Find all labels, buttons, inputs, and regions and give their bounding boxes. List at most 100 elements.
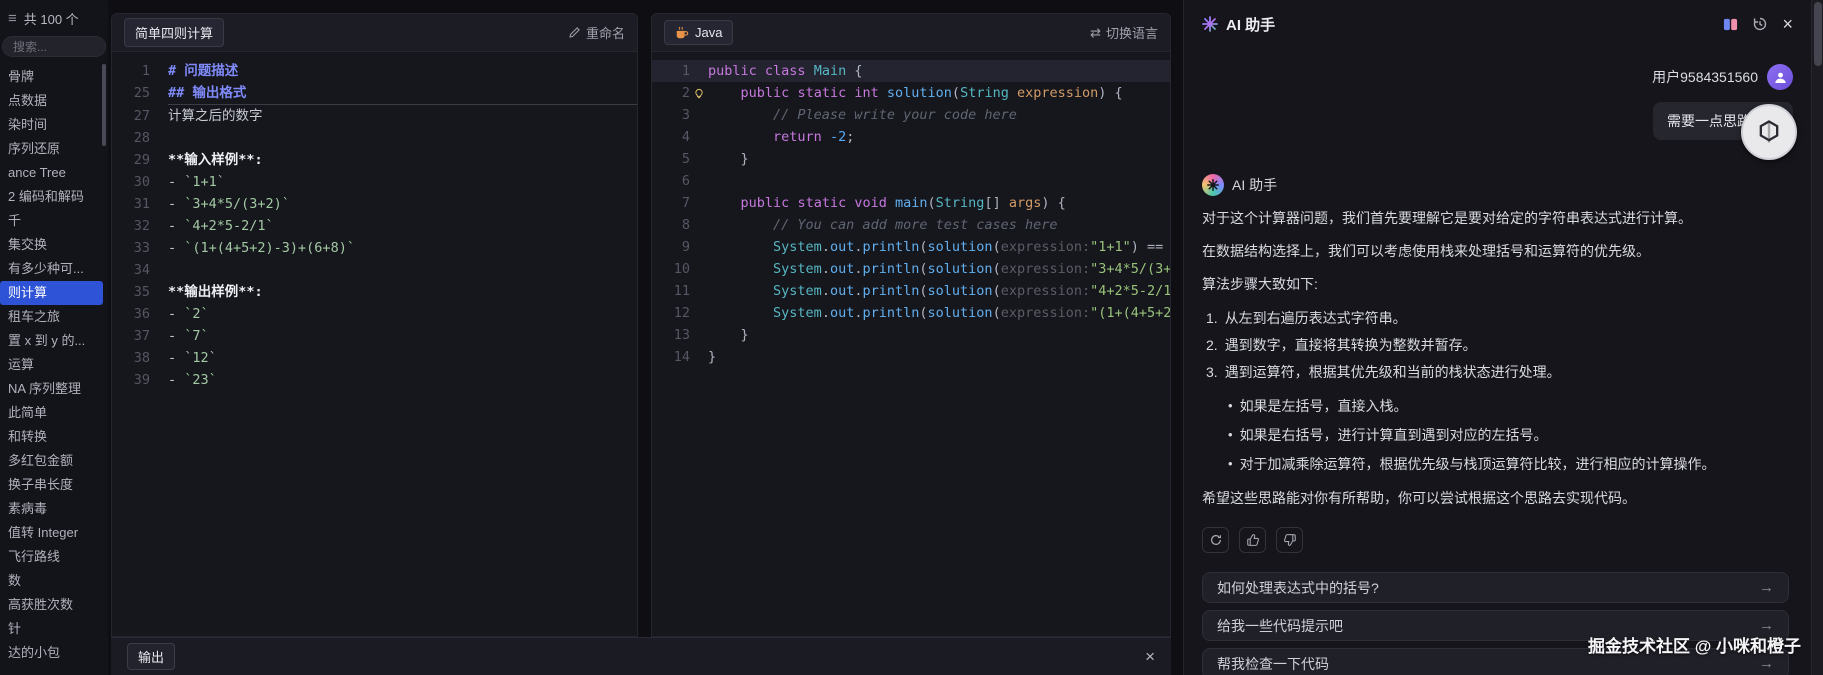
markdown-line[interactable]: 31- `3+4*5/(3+2)`	[112, 193, 637, 215]
ai-suggestions: 如何处理表达式中的括号?→给我一些代码提示吧→帮我检查一下代码→	[1202, 572, 1789, 675]
line-text: - `23`	[168, 369, 637, 391]
output-label: 输出	[138, 650, 164, 665]
sidebar-item[interactable]: 序列还原	[0, 137, 108, 161]
sidebar-item[interactable]: 针	[0, 617, 108, 641]
line-margin	[690, 104, 708, 126]
bullet-icon: •	[1228, 395, 1233, 417]
markdown-line[interactable]: 28	[112, 127, 637, 149]
sidebar-item[interactable]: 和转换	[0, 425, 108, 449]
line-margin	[150, 82, 168, 105]
sidebar-item[interactable]: 置 x 到 y 的...	[0, 329, 108, 353]
line-number: 34	[112, 259, 150, 281]
line-text	[168, 127, 637, 149]
problem-title-badge[interactable]: 简单四则计算	[124, 18, 224, 47]
sidebar-header: ≡ 共 100 个	[0, 0, 108, 34]
sidebar-item[interactable]: 千	[0, 209, 108, 233]
sidebar-item[interactable]: 高获胜次数	[0, 593, 108, 617]
output-close-icon[interactable]: ×	[1145, 648, 1155, 665]
rename-button[interactable]: 重命名	[568, 23, 625, 42]
sidebar-item[interactable]: 集交换	[0, 233, 108, 257]
thumbs-down-button[interactable]	[1276, 527, 1303, 553]
user-avatar[interactable]	[1767, 64, 1793, 90]
code-line[interactable]: 6	[652, 170, 1170, 192]
sidebar-item[interactable]: 换子串长度	[0, 473, 108, 497]
line-margin	[690, 258, 708, 280]
code-line[interactable]: 8 // You can add more test cases here	[652, 214, 1170, 236]
sidebar-item[interactable]: ance Tree	[0, 161, 108, 185]
page-scrollbar[interactable]	[1811, 0, 1823, 675]
ai-list-item: •如果是左括号，直接入栈。	[1228, 395, 1793, 417]
line-number: 6	[652, 170, 690, 192]
markdown-line[interactable]: 39- `23`	[112, 369, 637, 391]
sidebar-item[interactable]: 此简单	[0, 401, 108, 425]
code-line[interactable]: 7 public static void main(String[] args)…	[652, 192, 1170, 214]
line-number: 38	[112, 347, 150, 369]
history-icon[interactable]	[1752, 16, 1768, 32]
code-line[interactable]: 11 System.out.println(solution(expressio…	[652, 280, 1170, 302]
markdown-line[interactable]: 35**输出样例**:	[112, 281, 637, 303]
markdown-line[interactable]: 1# 问题描述	[112, 60, 637, 82]
thumbs-up-icon	[1246, 533, 1260, 547]
code-line[interactable]: 2 public static int solution(String expr…	[652, 82, 1170, 104]
code-line[interactable]: 12 System.out.println(solution(expressio…	[652, 302, 1170, 324]
ai-list-item: •如果是右括号，进行计算直到遇到对应的左括号。	[1228, 424, 1793, 446]
sidebar-item[interactable]: 有多少种可...	[0, 257, 108, 281]
line-text: // You can add more test cases here	[708, 214, 1170, 236]
markdown-line[interactable]: 32- `4+2*5-2/1`	[112, 215, 637, 237]
language-selector[interactable]: Java	[664, 20, 733, 45]
close-icon[interactable]: ×	[1782, 15, 1793, 33]
line-number: 36	[112, 303, 150, 325]
suggestion-chip[interactable]: 如何处理表达式中的括号?→	[1202, 572, 1789, 603]
code-line[interactable]: 13 }	[652, 324, 1170, 346]
code-line[interactable]: 4 return -2;	[652, 126, 1170, 148]
line-margin	[690, 302, 708, 324]
markdown-line[interactable]: 38- `12`	[112, 347, 637, 369]
sidebar-item[interactable]: 2 编码和解码	[0, 185, 108, 209]
sidebar-item[interactable]: 多红包金额	[0, 449, 108, 473]
code-line[interactable]: 3 // Please write your code here	[652, 104, 1170, 126]
sidebar-item[interactable]: 达的小包	[0, 641, 108, 665]
markdown-line[interactable]: 33- `(1+(4+5+2)-3)+(6+8)`	[112, 237, 637, 259]
sidebar-item[interactable]: 则计算	[0, 281, 103, 305]
markdown-line[interactable]: 30- `1+1`	[112, 171, 637, 193]
line-number: 1	[652, 60, 690, 82]
problem-sidebar: ≡ 共 100 个 骨牌点数据染时间序列还原ance Tree2 编码和解码千集…	[0, 0, 108, 675]
sidebar-item[interactable]: 骨牌	[0, 65, 108, 89]
line-text: }	[708, 324, 1170, 346]
markdown-line[interactable]: 27计算之后的数字	[112, 105, 637, 127]
palette-icon[interactable]	[1723, 17, 1738, 32]
sidebar-item[interactable]: 数	[0, 569, 108, 593]
line-text: public class Main {	[708, 60, 1170, 82]
sidebar-item[interactable]: 值转 Integer	[0, 521, 108, 545]
markdown-line[interactable]: 36- `2`	[112, 303, 637, 325]
sidebar-item[interactable]: 素病毒	[0, 497, 108, 521]
code-line[interactable]: 9 System.out.println(solution(expression…	[652, 236, 1170, 258]
thumbs-up-button[interactable]	[1239, 527, 1266, 553]
markdown-line[interactable]: 29**输入样例**:	[112, 149, 637, 171]
sidebar-item[interactable]: 飞行路线	[0, 545, 108, 569]
page-scrollbar-thumb[interactable]	[1814, 2, 1822, 66]
markdown-line[interactable]: 25## 输出格式	[112, 82, 637, 105]
code-line[interactable]: 10 System.out.println(solution(expressio…	[652, 258, 1170, 280]
sidebar-item[interactable]: 点数据	[0, 89, 108, 113]
markdown-line[interactable]: 37- `7`	[112, 325, 637, 347]
code-line[interactable]: 1 public class Main {	[652, 60, 1170, 82]
line-number: 5	[652, 148, 690, 170]
ai-list-item: 2.遇到数字，直接将其转换为整数并暂存。	[1206, 334, 1793, 356]
search-input[interactable]	[2, 36, 106, 57]
switch-language-button[interactable]: ⇄ 切换语言	[1090, 23, 1158, 42]
code-line[interactable]: 14}	[652, 346, 1170, 368]
sidebar-item[interactable]: NA 序列整理	[0, 377, 108, 401]
markdown-line[interactable]: 34	[112, 259, 637, 281]
sidebar-scrollbar[interactable]	[102, 64, 106, 146]
line-number: 3	[652, 104, 690, 126]
line-number: 32	[112, 215, 150, 237]
output-tab[interactable]: 输出	[127, 643, 175, 670]
menu-icon[interactable]: ≡	[8, 10, 17, 27]
regenerate-button[interactable]	[1202, 527, 1229, 553]
sidebar-item[interactable]: 租车之旅	[0, 305, 108, 329]
sidebar-item[interactable]: 染时间	[0, 113, 108, 137]
ai-message-body: 对于这个计算器问题，我们首先要理解它是要对给定的字符串表达式进行计算。在数据结构…	[1202, 207, 1793, 509]
sidebar-item[interactable]: 运算	[0, 353, 108, 377]
code-line[interactable]: 5 }	[652, 148, 1170, 170]
